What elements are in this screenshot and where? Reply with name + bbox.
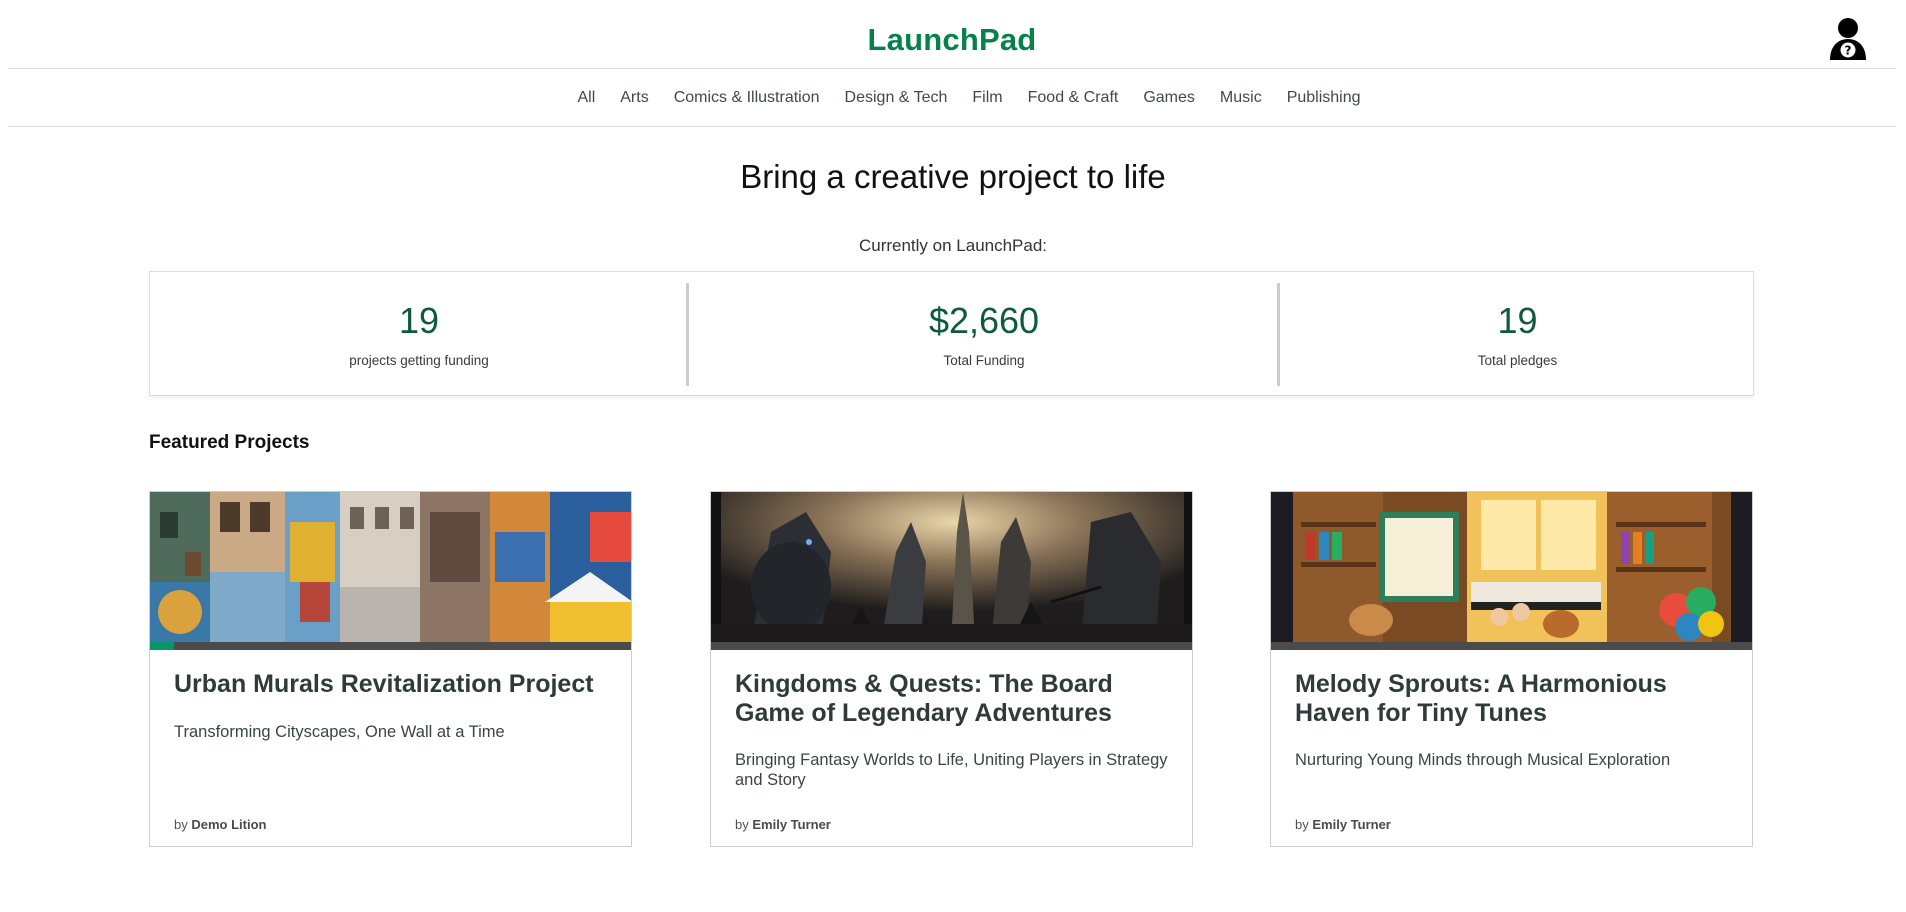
stat-funding-label: Total Funding [943,353,1025,368]
nav-item-publishing[interactable]: Publishing [1274,89,1373,107]
stat-total-pledges: 19 Total pledges [1280,272,1755,395]
nav-item-food-craft[interactable]: Food & Craft [1015,89,1131,107]
nav-item-comics-illustration[interactable]: Comics & Illustration [661,89,832,107]
nav-item-design-tech[interactable]: Design & Tech [832,89,960,107]
project-title[interactable]: Melody Sprouts: A Harmonious Haven for T… [1295,670,1732,728]
site-header: LaunchPad ? [8,0,1896,69]
author-name[interactable]: Emily Turner [1312,817,1391,832]
project-blurb: Nurturing Young Minds through Musical Ex… [1295,751,1671,769]
stat-total-funding: $2,660 Total Funding [689,272,1279,395]
funding-progress-bar [150,642,631,650]
project-card-kingdoms-quests[interactable]: Kingdoms & Quests: The Board Game of Leg… [710,491,1193,847]
nav-item-arts[interactable]: Arts [608,89,661,107]
nav-item-film[interactable]: Film [960,89,1015,107]
project-author: by Demo Lition [174,817,266,832]
stat-projects: 19 projects getting funding [150,272,688,395]
project-card-urban-murals[interactable]: Urban Murals Revitalization Project Tran… [149,491,632,847]
project-card-melody-sprouts[interactable]: Melody Sprouts: A Harmonious Haven for T… [1270,491,1753,847]
funding-progress-bar [1271,642,1752,650]
stat-funding-value: $2,660 [928,300,1040,341]
stat-projects-value: 19 [398,300,440,341]
hero-subtitle: Currently on LaunchPad: [858,236,1048,255]
author-prefix: by [1295,817,1309,832]
stats-panel: 19 projects getting funding $2,660 Total… [149,271,1754,396]
funding-progress-bar [711,642,1192,650]
project-blurb: Bringing Fantasy Worlds to Life, Uniting… [735,751,1168,789]
project-title[interactable]: Urban Murals Revitalization Project [174,670,611,699]
user-avatar-icon[interactable]: ? [1828,16,1868,60]
nav-item-music[interactable]: Music [1207,89,1274,107]
hero-title: Bring a creative project to life [740,158,1166,195]
project-title[interactable]: Kingdoms & Quests: The Board Game of Leg… [735,670,1172,728]
stat-projects-label: projects getting funding [349,353,489,368]
author-name[interactable]: Emily Turner [752,817,831,832]
stat-pledges-value: 19 [1497,300,1538,341]
project-image-murals [150,492,631,642]
project-image-kingdoms [711,492,1192,642]
project-author: by Emily Turner [1295,817,1391,832]
nav-item-games[interactable]: Games [1131,89,1208,107]
site-logo[interactable]: LaunchPad [8,22,1896,58]
author-prefix: by [174,817,188,832]
funding-progress-fill [150,642,175,650]
category-nav-list: All Arts Comics & Illustration Design & … [565,89,1373,107]
author-name[interactable]: Demo Lition [191,817,266,832]
stat-pledges-label: Total pledges [1477,353,1558,368]
svg-text:?: ? [1845,44,1852,58]
project-image-melody [1271,492,1752,642]
project-blurb: Transforming Cityscapes, One Wall at a T… [174,723,505,741]
category-nav: All Arts Comics & Illustration Design & … [8,69,1896,127]
featured-projects-title: Featured Projects [149,432,310,453]
nav-item-all[interactable]: All [565,89,608,107]
author-prefix: by [735,817,749,832]
project-author: by Emily Turner [735,817,831,832]
